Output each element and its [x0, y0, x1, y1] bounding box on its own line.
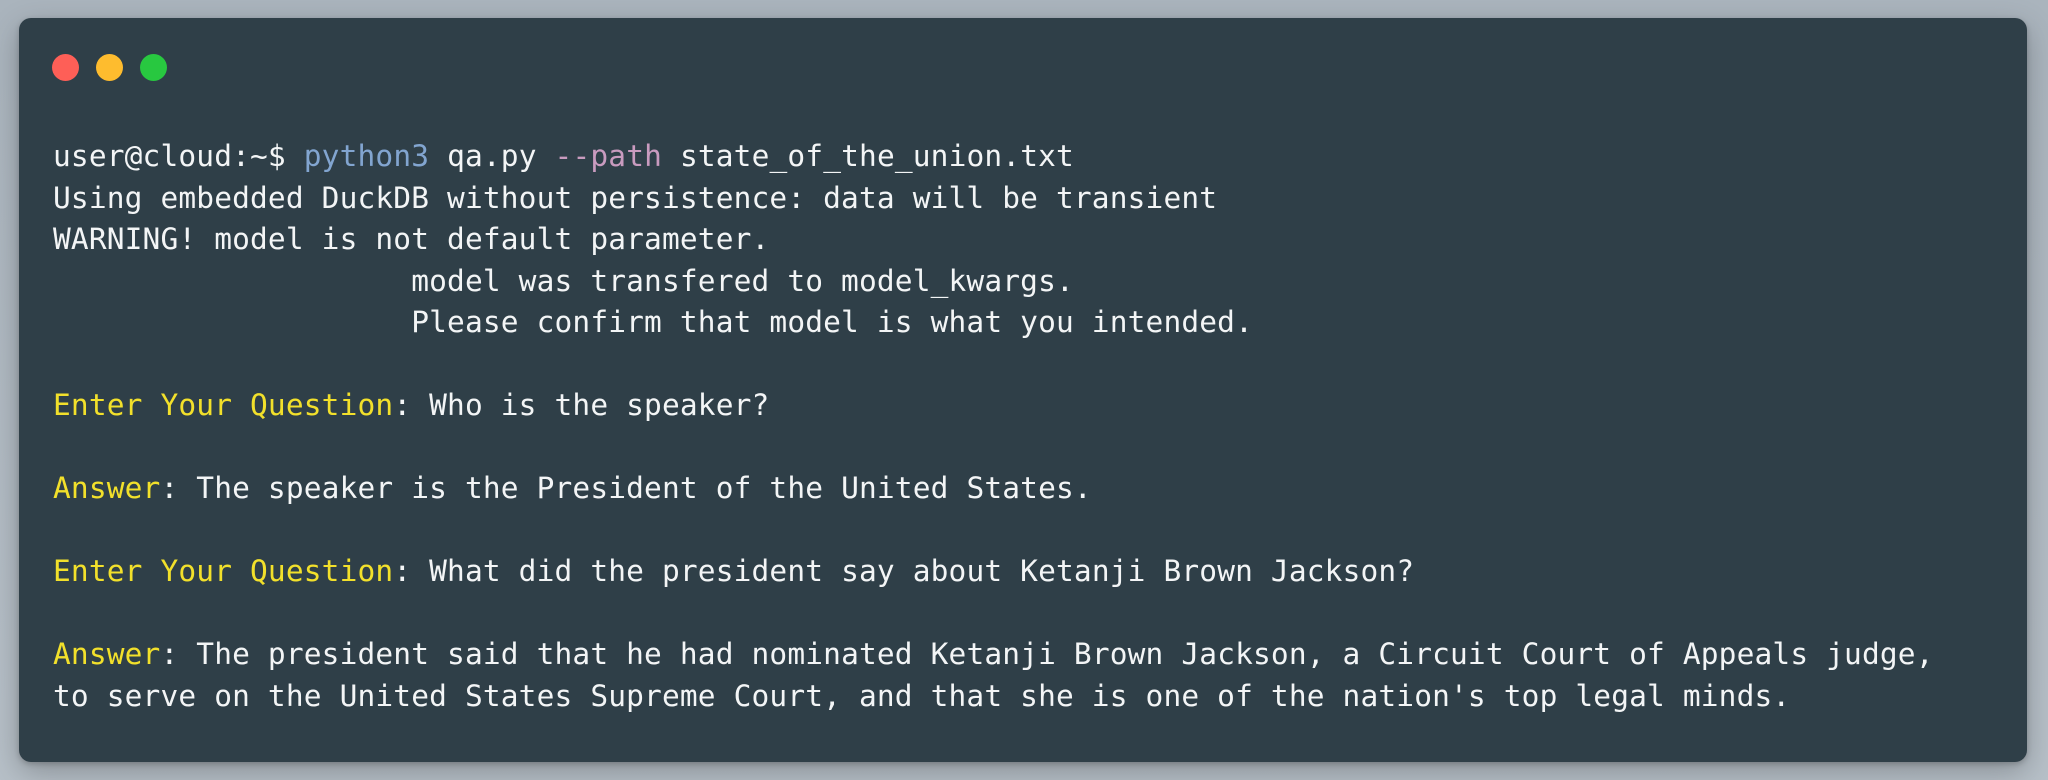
close-window-button[interactable]	[52, 54, 79, 81]
answer-text: : The speaker is the President of the Un…	[160, 471, 1092, 505]
question-line: Enter Your Question: Who is the speaker?	[53, 385, 2011, 427]
answer-label: Answer	[53, 637, 161, 671]
maximize-window-button[interactable]	[140, 54, 167, 81]
answer-line: Answer: The speaker is the President of …	[53, 468, 2011, 510]
command-line: user@cloud:~$ python3 qa.py --path state…	[53, 136, 2011, 178]
answer-line: Answer: The president said that he had n…	[53, 634, 2011, 676]
shell-prompt: user@cloud:~$	[53, 139, 286, 173]
log-line: model was transfered to model_kwargs.	[53, 263, 1074, 298]
answer-text: : The president said that he had nominat…	[160, 637, 1934, 671]
question-text: : Who is the speaker?	[393, 388, 770, 422]
log-line: Please confirm that model is what you in…	[53, 305, 1254, 339]
terminal-window: user@cloud:~$ python3 qa.py --path state…	[19, 18, 2027, 762]
terminal-output[interactable]: user@cloud:~$ python3 qa.py --path state…	[53, 136, 2011, 717]
question-line: Enter Your Question: What did the presid…	[53, 551, 2011, 593]
minimize-window-button[interactable]	[96, 54, 123, 81]
question-label: Enter Your Question	[53, 554, 394, 588]
window-titlebar	[52, 54, 167, 82]
answer-label: Answer	[53, 471, 161, 505]
command-script: qa.py	[447, 139, 537, 173]
question-label: Enter Your Question	[53, 388, 394, 422]
log-line: WARNING! model is not default parameter.	[53, 222, 770, 256]
log-line: Using embedded DuckDB without persistenc…	[53, 180, 1218, 215]
command-argument: state_of_the_union.txt	[679, 139, 1074, 173]
question-text: : What did the president say about Ketan…	[393, 554, 1415, 588]
answer-continuation-line: to serve on the United States Supreme Co…	[53, 678, 1791, 713]
command-program: python3	[303, 139, 430, 173]
command-flag: --path	[554, 139, 663, 173]
